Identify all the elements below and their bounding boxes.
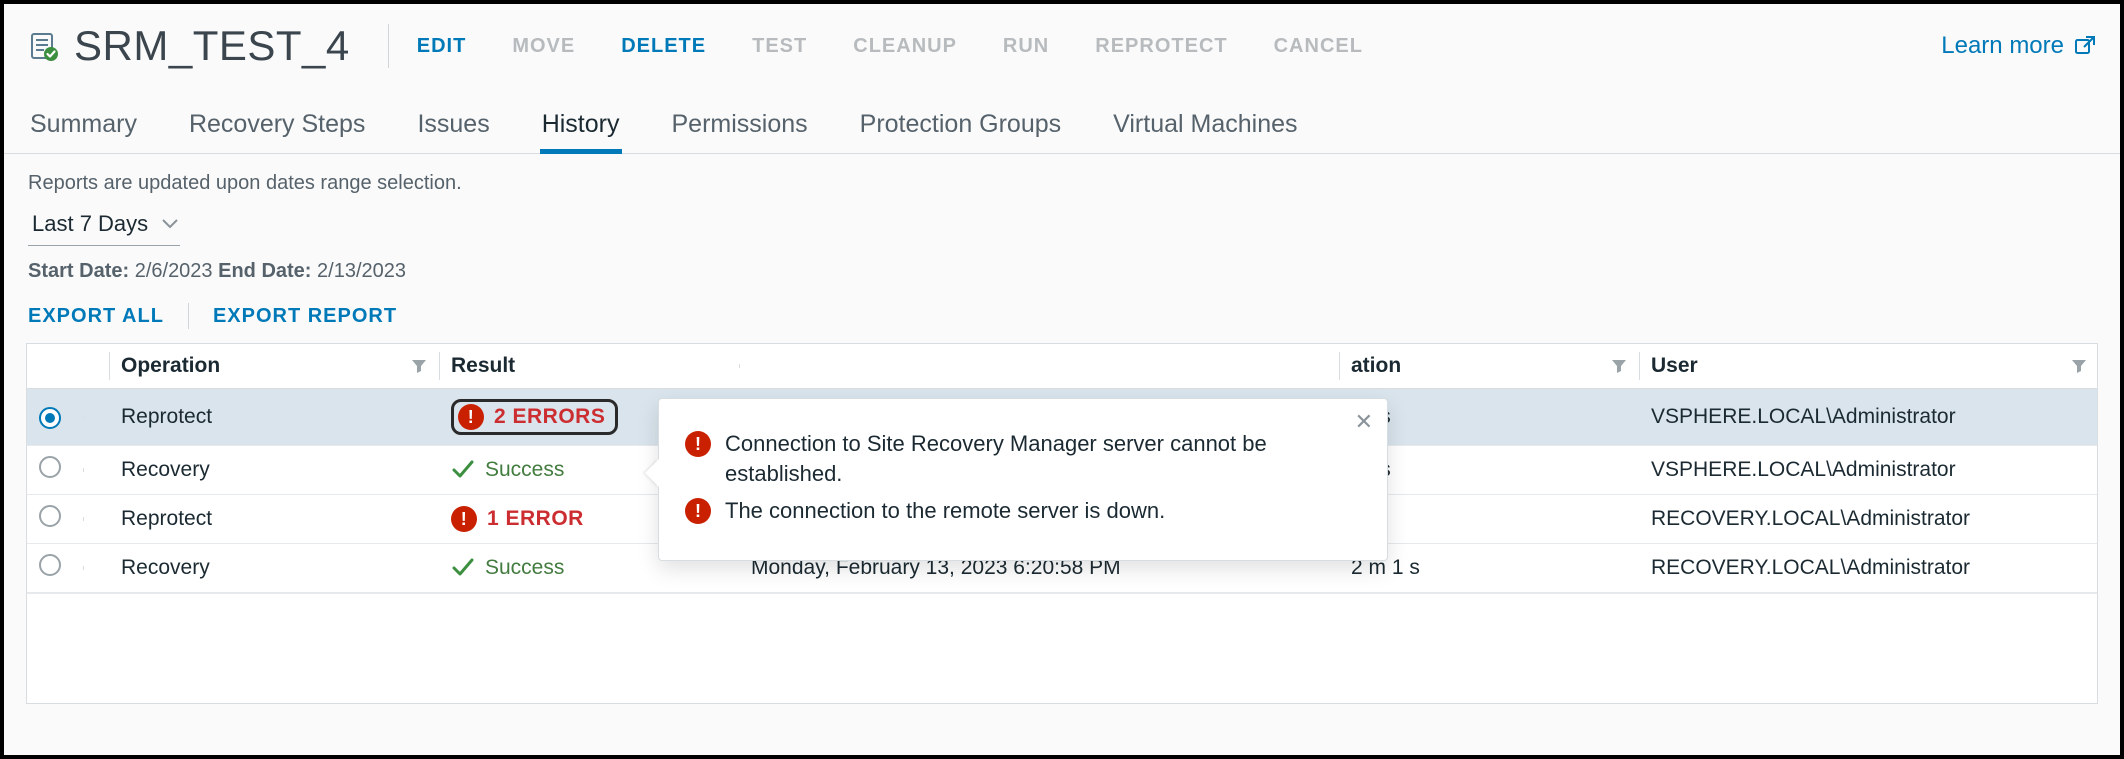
result-error-badge[interactable]: ! 2 ERRORS: [451, 399, 618, 435]
tab-summary[interactable]: Summary: [28, 100, 139, 153]
cell-operation: Reprotect: [109, 395, 439, 439]
row-radio-cell: [27, 544, 83, 592]
row-radio-cell: [27, 495, 83, 543]
chevron-down-icon: [162, 219, 178, 229]
col-operation[interactable]: Operation: [109, 344, 439, 388]
error-icon: !: [458, 404, 484, 430]
table-header-row: Operation Result ation User: [27, 344, 2097, 389]
recovery-plan-icon: [28, 30, 60, 62]
cell-user: VSPHERE.LOCAL\Administrator: [1639, 395, 2099, 439]
row-gutter: [83, 509, 109, 529]
table-empty-area: [27, 593, 2097, 703]
result-label: Success: [485, 458, 564, 482]
col-spacer: [83, 356, 109, 376]
result-label: 1 ERROR: [487, 507, 584, 531]
result-success: Success: [451, 556, 564, 580]
tab-bar: Summary Recovery Steps Issues History Pe…: [4, 100, 2120, 154]
error-details-popover: ✕ ! Connection to Site Recovery Manager …: [658, 398, 1388, 561]
col-date[interactable]: [739, 356, 1339, 376]
col-duration[interactable]: ation: [1339, 344, 1639, 388]
page-title: SRM_TEST_4: [74, 22, 350, 70]
col-result-label: Result: [451, 354, 515, 377]
cell-operation: Recovery: [109, 448, 439, 492]
page-header: SRM_TEST_4 EDIT MOVE DELETE TEST CLEANUP…: [4, 4, 2120, 78]
filter-icon[interactable]: [2071, 358, 2087, 374]
filter-icon[interactable]: [411, 358, 427, 374]
row-radio[interactable]: [39, 505, 61, 527]
success-icon: [451, 556, 475, 580]
row-gutter: [83, 558, 109, 578]
cell-operation: Recovery: [109, 546, 439, 590]
learn-more-link[interactable]: Learn more: [1941, 32, 2096, 60]
row-gutter: [83, 407, 109, 427]
col-result[interactable]: Result: [439, 344, 739, 388]
result-label: Success: [485, 556, 564, 580]
row-radio-cell: [27, 395, 83, 439]
col-select: [27, 356, 83, 376]
cell-user: VSPHERE.LOCAL\Administrator: [1639, 448, 2099, 492]
end-date-label: End Date:: [218, 260, 311, 282]
cancel-action: CANCEL: [1274, 35, 1363, 58]
row-radio[interactable]: [39, 407, 61, 429]
tab-issues[interactable]: Issues: [415, 100, 491, 153]
start-date-value: 2/6/2023: [135, 260, 213, 282]
tab-permissions[interactable]: Permissions: [670, 100, 810, 153]
tab-recovery-steps[interactable]: Recovery Steps: [187, 100, 367, 153]
cell-user: RECOVERY.LOCAL\Administrator: [1639, 546, 2099, 590]
export-divider: [188, 303, 189, 329]
error-icon: !: [685, 498, 711, 524]
success-icon: [451, 458, 475, 482]
error-message-line: ! Connection to Site Recovery Manager se…: [685, 429, 1361, 488]
test-action: TEST: [752, 35, 807, 58]
error-message-text: The connection to the remote server is d…: [725, 496, 1165, 526]
error-icon: !: [685, 431, 711, 457]
close-icon[interactable]: ✕: [1355, 409, 1373, 435]
export-row: EXPORT ALL EXPORT REPORT: [28, 303, 2096, 329]
header-divider: [388, 24, 389, 68]
result-label: 2 ERRORS: [494, 405, 605, 429]
filter-icon[interactable]: [1611, 358, 1627, 374]
update-hint: Reports are updated upon dates range sel…: [28, 172, 2096, 195]
cleanup-action: CLEANUP: [853, 35, 957, 58]
result-error-badge[interactable]: ! 1 ERROR: [451, 506, 584, 532]
error-icon: !: [451, 506, 477, 532]
row-gutter: [83, 460, 109, 480]
export-all-button[interactable]: EXPORT ALL: [28, 305, 164, 328]
col-user-label: User: [1651, 354, 1698, 377]
edit-action[interactable]: EDIT: [417, 35, 467, 58]
row-radio[interactable]: [39, 456, 61, 478]
row-radio[interactable]: [39, 554, 61, 576]
reprotect-action: REPROTECT: [1095, 35, 1227, 58]
date-range-readout: Start Date: 2/6/2023 End Date: 2/13/2023: [28, 260, 2096, 283]
export-report-button[interactable]: EXPORT REPORT: [213, 305, 397, 328]
start-date-label: Start Date:: [28, 260, 129, 282]
date-range-value: Last 7 Days: [32, 211, 148, 237]
col-user[interactable]: User: [1639, 344, 2099, 388]
cell-operation: Reprotect: [109, 497, 439, 541]
result-success: Success: [451, 458, 564, 482]
header-action-bar: EDIT MOVE DELETE TEST CLEANUP RUN REPROT…: [417, 35, 1363, 58]
external-link-icon: [2074, 35, 2096, 57]
tab-history[interactable]: History: [540, 100, 622, 153]
error-message-text: Connection to Site Recovery Manager serv…: [725, 429, 1361, 488]
delete-action[interactable]: DELETE: [621, 35, 706, 58]
learn-more-label: Learn more: [1941, 32, 2064, 60]
run-action: RUN: [1003, 35, 1049, 58]
end-date-value: 2/13/2023: [317, 260, 406, 282]
move-action: MOVE: [512, 35, 575, 58]
tab-protection-groups[interactable]: Protection Groups: [858, 100, 1064, 153]
cell-user: RECOVERY.LOCAL\Administrator: [1639, 497, 2099, 541]
row-radio-cell: [27, 446, 83, 494]
col-duration-label: ation: [1351, 354, 1401, 377]
history-filter-strip: Reports are updated upon dates range sel…: [4, 154, 2120, 339]
tab-virtual-machines[interactable]: Virtual Machines: [1111, 100, 1299, 153]
date-range-select[interactable]: Last 7 Days: [28, 205, 180, 246]
error-message-line: ! The connection to the remote server is…: [685, 496, 1361, 526]
col-operation-label: Operation: [121, 354, 220, 377]
